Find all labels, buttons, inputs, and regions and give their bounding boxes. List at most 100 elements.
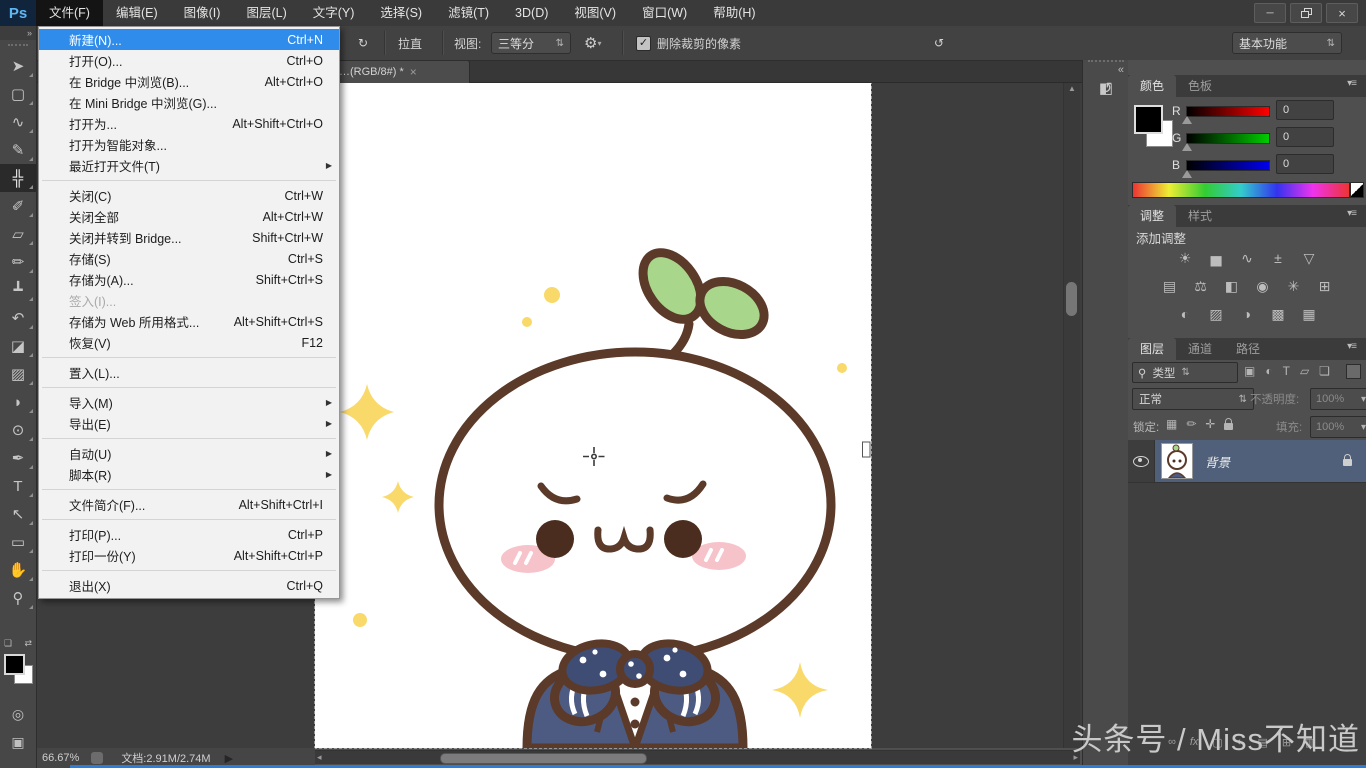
straighten-button[interactable]: 拉直 xyxy=(398,26,422,60)
file-menu-item-在 Bridge 中浏览(B)...[interactable]: 在 Bridge 中浏览(B)... Alt+Ctrl+O xyxy=(39,71,339,92)
menu-窗口(W)[interactable]: 窗口(W) xyxy=(629,0,700,26)
vertical-scrollbar-thumb[interactable] xyxy=(1066,282,1077,316)
adjustments-panel-menu-icon[interactable]: ▾≡ xyxy=(1347,208,1362,219)
tool-crop[interactable]: ╬ xyxy=(0,164,36,192)
file-menu-item-导出(E)[interactable]: 导出(E) xyxy=(39,413,339,434)
scroll-left-icon[interactable]: ◂ xyxy=(317,752,322,763)
layer-row-background[interactable]: 背景 xyxy=(1128,440,1366,482)
workspace-switcher[interactable]: 基本功能 ⇅ xyxy=(1232,33,1342,53)
menu-帮助(H)[interactable]: 帮助(H) xyxy=(700,0,768,26)
layer-name[interactable]: 背景 xyxy=(1205,452,1230,471)
file-menu-item-新建(N)...[interactable]: 新建(N)... Ctrl+N xyxy=(39,29,339,50)
adjustment-icon-5[interactable]: ⊞ xyxy=(1315,278,1335,296)
file-menu-item-签入(I)...[interactable]: 签入(I)... xyxy=(39,290,339,311)
adjustment-icon-0[interactable]: ☀ xyxy=(1175,250,1195,268)
tool-history-brush[interactable]: ↶ xyxy=(0,304,36,332)
fill-input[interactable]: 100% ▾ xyxy=(1310,416,1366,438)
filter-icon-4[interactable]: ❏ xyxy=(1319,364,1330,378)
channel-slider-thumb[interactable] xyxy=(1182,170,1192,178)
tool-rectangular-marquee[interactable]: ▢ xyxy=(0,80,36,108)
adjustment-icon-1[interactable]: ▨ xyxy=(1206,306,1226,324)
tool-rectangle[interactable]: ▭ xyxy=(0,528,36,556)
visibility-column[interactable] xyxy=(1128,440,1155,482)
document-tab[interactable]: …(RGB/8#) * × xyxy=(332,60,470,83)
tool-lasso[interactable]: ∿ xyxy=(0,108,36,136)
close-tab-icon[interactable]: × xyxy=(410,65,417,79)
horizontal-scrollbar-thumb[interactable] xyxy=(440,753,647,764)
file-menu-item-置入(L)...[interactable]: 置入(L)... xyxy=(39,362,339,383)
lock-transparency-icon[interactable]: ▦ xyxy=(1166,417,1177,431)
adjustment-icon-1[interactable]: ⚖ xyxy=(1191,278,1211,296)
adjustment-icon-3[interactable]: ◉ xyxy=(1253,278,1273,296)
close-button[interactable]: × xyxy=(1326,3,1358,23)
channel-value-input[interactable]: 0 xyxy=(1276,100,1334,120)
zoom-level[interactable]: 66.67% xyxy=(42,752,79,764)
adjustment-icon-2[interactable]: ◑ xyxy=(1237,306,1257,324)
rotate-crop-icon[interactable]: ↻ xyxy=(358,26,368,60)
lock-position-icon[interactable]: ✛ xyxy=(1205,417,1215,431)
adjustment-icon-0[interactable]: ◐ xyxy=(1175,306,1195,324)
file-menu-item-最近打开文件(T)[interactable]: 最近打开文件(T) xyxy=(39,155,339,176)
tool-gradient[interactable]: ▨ xyxy=(0,360,36,388)
menu-文件(F)[interactable]: 文件(F) xyxy=(36,0,103,26)
default-swap-colors[interactable]: ❏ ⇄ xyxy=(4,638,32,650)
file-menu-item-打印(P)...[interactable]: 打印(P)... Ctrl+P xyxy=(39,524,339,545)
channel-value-input[interactable]: 0 xyxy=(1276,127,1334,147)
crop-overlay-select[interactable]: 三等分 ⇅ xyxy=(491,33,571,53)
menu-3D(D)[interactable]: 3D(D) xyxy=(502,0,561,26)
menu-选择(S)[interactable]: 选择(S) xyxy=(367,0,435,26)
file-menu-item-脚本(R)[interactable]: 脚本(R) xyxy=(39,464,339,485)
filter-icon-3[interactable]: ▱ xyxy=(1300,364,1309,378)
file-menu-item-自动(U)[interactable]: 自动(U) xyxy=(39,443,339,464)
properties-panel[interactable]: ◧ xyxy=(1088,60,1124,110)
file-menu-item-存储为(A)...[interactable]: 存储为(A)... Shift+Ctrl+S xyxy=(39,269,339,290)
adjustment-icon-4[interactable]: ✳ xyxy=(1284,278,1304,296)
layer-thumbnail[interactable] xyxy=(1161,443,1193,479)
menu-编辑(E)[interactable]: 编辑(E) xyxy=(103,0,171,26)
adjustment-icon-4[interactable]: ▦ xyxy=(1299,306,1319,324)
crop-options-gear-icon[interactable]: ⚙▾ xyxy=(584,26,601,60)
tool-hand[interactable]: ✋ xyxy=(0,556,36,584)
menu-图层(L)[interactable]: 图层(L) xyxy=(233,0,299,26)
status-flyout-icon[interactable]: ▶ xyxy=(225,752,233,765)
tool-dodge[interactable]: ⊙ xyxy=(0,416,36,444)
delete-cropped-pixels-checkbox[interactable]: ✓ 删除裁剪的像素 xyxy=(636,26,741,60)
tab-路径[interactable]: 路径 xyxy=(1224,338,1272,360)
opacity-input[interactable]: 100% ▾ xyxy=(1310,388,1366,410)
vertical-scrollbar[interactable]: ▲ xyxy=(1063,82,1080,748)
tab-调整[interactable]: 调整 xyxy=(1128,205,1176,227)
color-panel-menu-icon[interactable]: ▾≡ xyxy=(1347,78,1362,89)
tab-颜色[interactable]: 颜色 xyxy=(1128,75,1176,97)
channel-slider-track[interactable] xyxy=(1186,106,1270,117)
blend-mode-select[interactable]: 正常 ⇅ xyxy=(1132,388,1254,410)
adjustment-icon-3[interactable]: ± xyxy=(1268,250,1288,268)
channel-slider-thumb[interactable] xyxy=(1182,116,1192,124)
tab-通道[interactable]: 通道 xyxy=(1176,338,1224,360)
menu-视图(V)[interactable]: 视图(V) xyxy=(561,0,629,26)
file-menu-item-在 Mini Bridge 中浏览(G)...[interactable]: 在 Mini Bridge 中浏览(G)... xyxy=(39,92,339,113)
file-menu-item-打开为...[interactable]: 打开为... Alt+Shift+Ctrl+O xyxy=(39,113,339,134)
tool-move[interactable]: ➤ xyxy=(0,52,36,80)
adjustment-icon-2[interactable]: ∿ xyxy=(1237,250,1257,268)
file-menu-item-关闭并转到 Bridge...[interactable]: 关闭并转到 Bridge... Shift+Ctrl+W xyxy=(39,227,339,248)
tool-path-selection[interactable]: ↖ xyxy=(0,500,36,528)
tool-zoom[interactable]: ⚲ xyxy=(0,584,36,612)
horizontal-scrollbar[interactable]: ◂ ▸ xyxy=(315,750,1080,764)
panel-foreground-swatch[interactable] xyxy=(1134,105,1163,134)
bw-ramp-end[interactable] xyxy=(1350,182,1364,198)
tool-eraser[interactable]: ◪ xyxy=(0,332,36,360)
tab-样式[interactable]: 样式 xyxy=(1176,205,1224,227)
layer-filter-type-select[interactable]: ⚲ 类型 ⇅ xyxy=(1132,362,1238,383)
foreground-color-swatch[interactable] xyxy=(4,654,25,675)
filter-icon-1[interactable]: ◐ xyxy=(1265,364,1272,378)
tool-quick-selection[interactable]: ✎ xyxy=(0,136,36,164)
color-spectrum-ramp[interactable] xyxy=(1132,182,1350,198)
document-canvas[interactable] xyxy=(315,82,871,748)
adjustment-icon-3[interactable]: ▩ xyxy=(1268,306,1288,324)
file-menu-item-导入(M)[interactable]: 导入(M) xyxy=(39,392,339,413)
file-menu-item-恢复(V)[interactable]: 恢复(V) F12 xyxy=(39,332,339,353)
tool-brush[interactable]: ✏ xyxy=(0,248,36,276)
tool-blur[interactable]: ◗ xyxy=(0,388,36,416)
screen-mode-button[interactable]: ▣ xyxy=(0,730,36,754)
tab-图层[interactable]: 图层 xyxy=(1128,338,1176,360)
